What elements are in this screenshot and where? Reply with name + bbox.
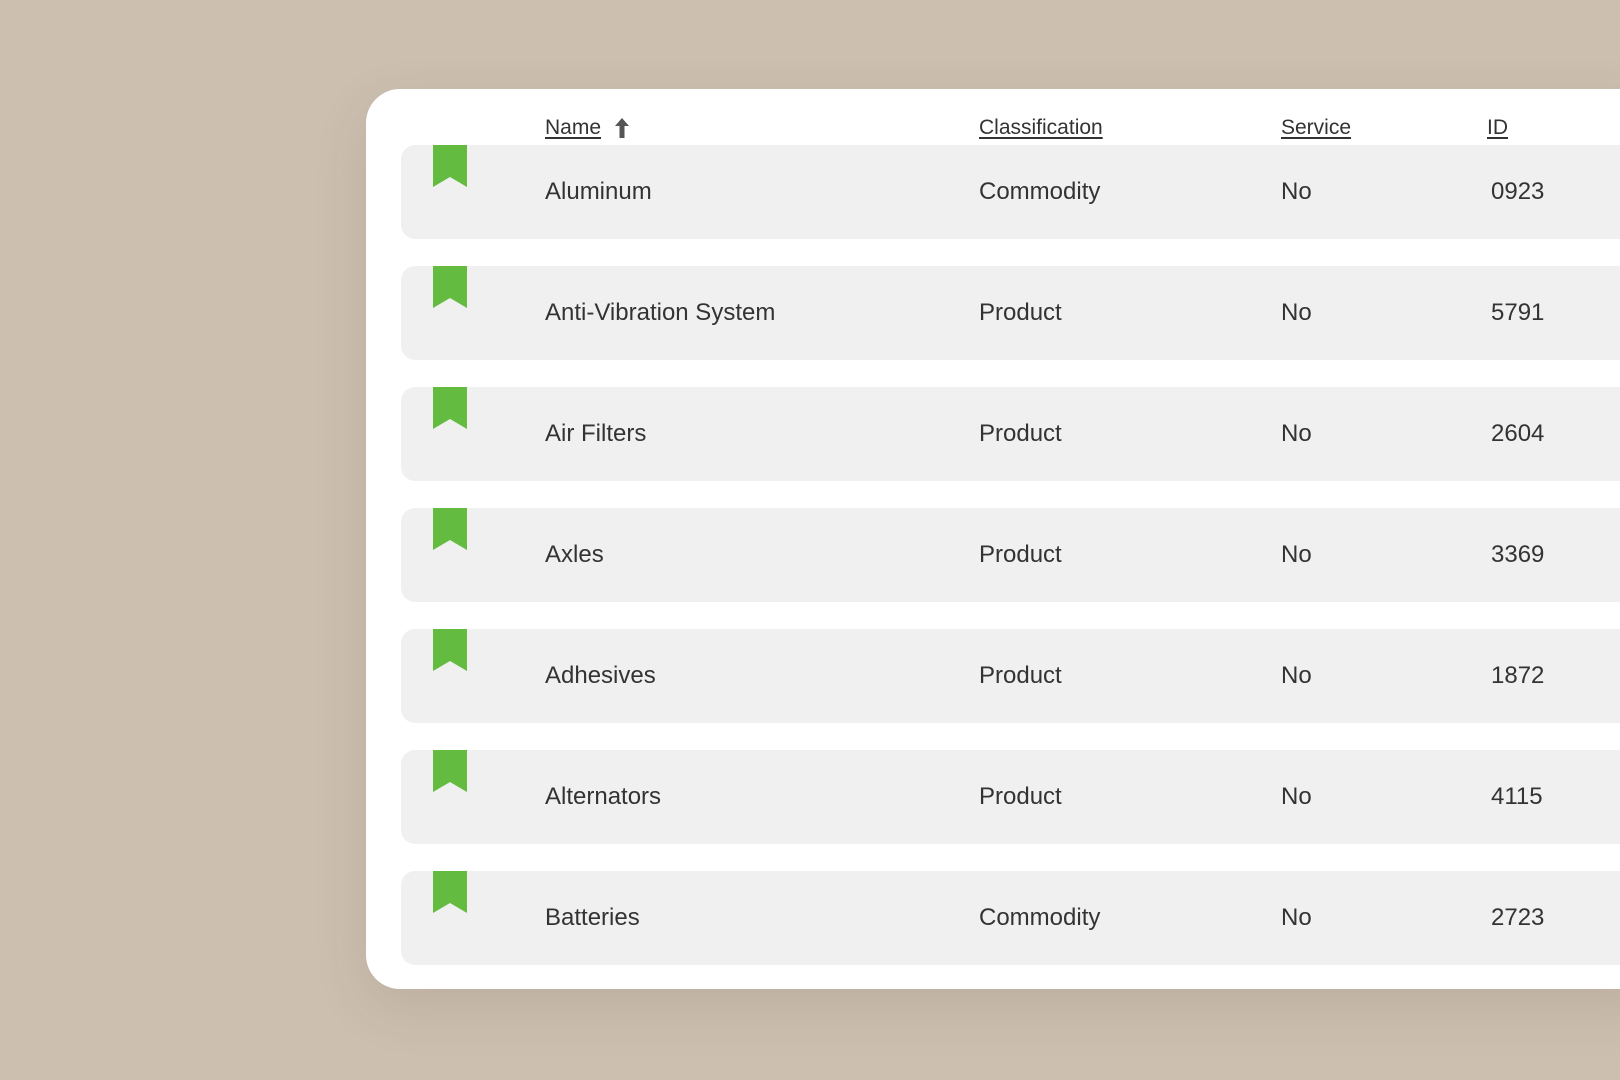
bookmark-icon[interactable] <box>433 387 467 429</box>
table-body: Aluminum Commodity No 0923 Anti-Vibratio… <box>401 145 1620 989</box>
bookmark-icon[interactable] <box>433 145 467 187</box>
bookmark-icon[interactable] <box>433 629 467 671</box>
bookmark-icon[interactable] <box>433 508 467 550</box>
table-card: Name Classification Service ID Aluminum … <box>366 89 1620 989</box>
table-row[interactable]: Adhesives Product No 1872 <box>401 629 1620 723</box>
cell-id: 2723 <box>1491 904 1545 931</box>
table-header: Name Classification Service ID <box>366 89 1620 139</box>
cell-name: Alternators <box>545 783 662 810</box>
cell-id: 0923 <box>1491 178 1545 205</box>
cell-name: Anti-Vibration System <box>545 299 776 326</box>
table-row[interactable]: Anti-Vibration System Product No 5791 <box>401 266 1620 360</box>
cell-classification: Product <box>979 541 1062 568</box>
cell-id: 3369 <box>1491 541 1545 568</box>
cell-id: 1872 <box>1491 662 1545 689</box>
bookmark-icon[interactable] <box>433 266 467 308</box>
bookmark-icon[interactable] <box>433 871 467 913</box>
bookmark-icon[interactable] <box>433 750 467 792</box>
arrow-up-icon[interactable] <box>613 117 631 139</box>
cell-name: Aluminum <box>545 178 652 205</box>
cell-service: No <box>1281 299 1312 326</box>
column-header-name-label: Name <box>545 116 602 139</box>
column-header-classification[interactable]: Classification <box>979 116 1103 140</box>
column-header-name[interactable]: Name <box>545 116 631 140</box>
table-row[interactable]: Batteries Commodity No 2723 <box>401 871 1620 965</box>
table-row[interactable]: Aluminum Commodity No 0923 <box>401 145 1620 239</box>
cell-classification: Commodity <box>979 904 1101 931</box>
column-header-id[interactable]: ID <box>1487 116 1508 140</box>
table-row[interactable]: Alternators Product No 4115 <box>401 750 1620 844</box>
cell-service: No <box>1281 904 1312 931</box>
cell-classification: Product <box>979 299 1062 326</box>
cell-id: 5791 <box>1491 299 1545 326</box>
cell-service: No <box>1281 541 1312 568</box>
cell-classification: Commodity <box>979 178 1101 205</box>
table-row[interactable]: Air Filters Product No 2604 <box>401 387 1620 481</box>
cell-name: Axles <box>545 541 604 568</box>
cell-name: Batteries <box>545 904 640 931</box>
cell-service: No <box>1281 783 1312 810</box>
cell-classification: Product <box>979 662 1062 689</box>
cell-service: No <box>1281 420 1312 447</box>
cell-classification: Product <box>979 420 1062 447</box>
cell-name: Adhesives <box>545 662 656 689</box>
cell-name: Air Filters <box>545 420 647 447</box>
table-row[interactable]: Axles Product No 3369 <box>401 508 1620 602</box>
column-header-service[interactable]: Service <box>1281 116 1351 140</box>
cell-id: 4115 <box>1491 783 1543 810</box>
cell-service: No <box>1281 662 1312 689</box>
cell-classification: Product <box>979 783 1062 810</box>
cell-id: 2604 <box>1491 420 1545 447</box>
cell-service: No <box>1281 178 1312 205</box>
